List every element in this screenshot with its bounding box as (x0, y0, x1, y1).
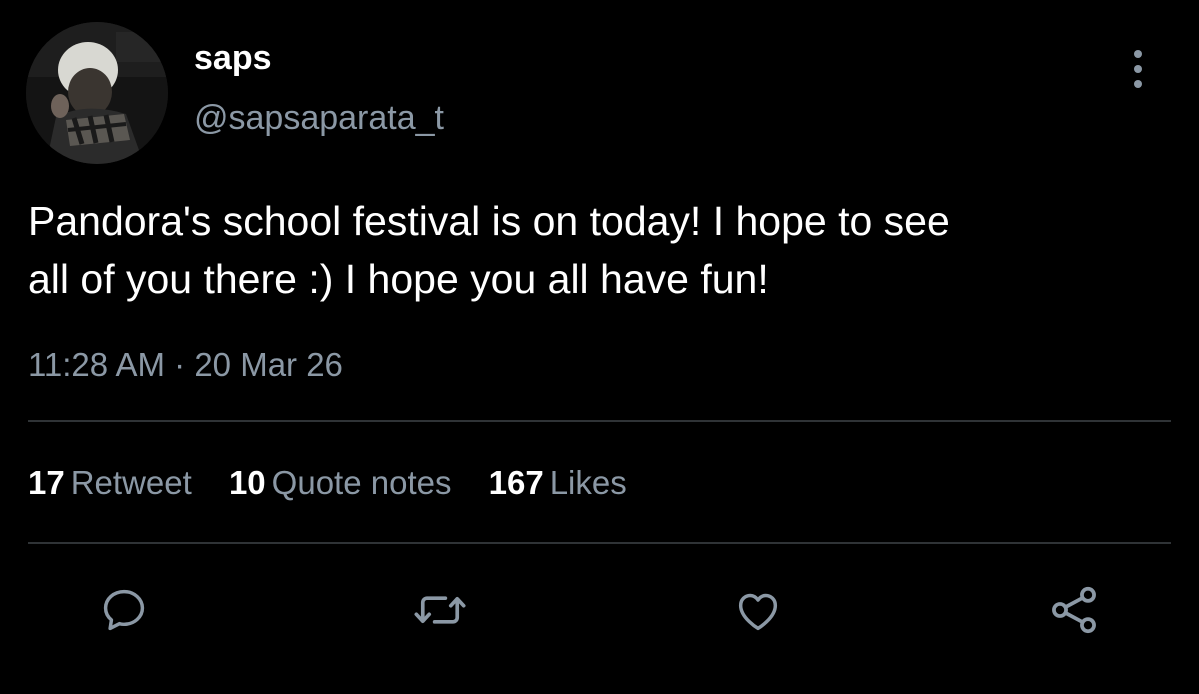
reply-icon (103, 589, 145, 631)
meta-separator: · (174, 346, 186, 383)
tweet-timestamp[interactable]: 11:28 AM · 20 Mar 26 (28, 345, 343, 385)
retweet-label: Retweet (70, 464, 192, 501)
more-options-icon (1134, 50, 1142, 58)
more-options-icon-dot (1134, 65, 1142, 73)
more-options-button[interactable] (1118, 46, 1158, 92)
tweet-stats: 17 Retweet 10 Quote notes 167 Likes (28, 462, 655, 504)
user-handle[interactable]: @sapsaparata_t (194, 98, 444, 138)
reply-button[interactable] (94, 580, 154, 640)
avatar-image (26, 22, 168, 164)
tweet-time: 11:28 AM (28, 346, 165, 383)
share-icon (1052, 586, 1096, 634)
retweet-button[interactable] (410, 580, 470, 640)
divider (28, 542, 1171, 544)
likes-count-link[interactable]: 167 Likes (489, 462, 627, 504)
retweet-count: 17 (28, 464, 65, 501)
likes-count: 167 (488, 464, 544, 501)
display-name[interactable]: saps (194, 38, 272, 78)
quote-label: Quote notes (271, 464, 452, 501)
tweet-text: Pandora's school festival is on today! I… (28, 198, 950, 302)
quote-count-link[interactable]: 10 Quote notes (229, 462, 452, 504)
avatar[interactable] (26, 22, 168, 164)
retweet-icon (414, 596, 466, 624)
likes-label: Likes (549, 464, 627, 501)
share-button[interactable] (1044, 580, 1104, 640)
retweet-count-link[interactable]: 17 Retweet (28, 462, 192, 504)
more-options-icon-dot (1134, 80, 1142, 88)
tweet-date: 20 Mar 26 (194, 346, 343, 383)
quote-count: 10 (228, 464, 266, 501)
divider (28, 420, 1171, 422)
like-button[interactable] (728, 580, 788, 640)
like-icon (738, 593, 778, 631)
